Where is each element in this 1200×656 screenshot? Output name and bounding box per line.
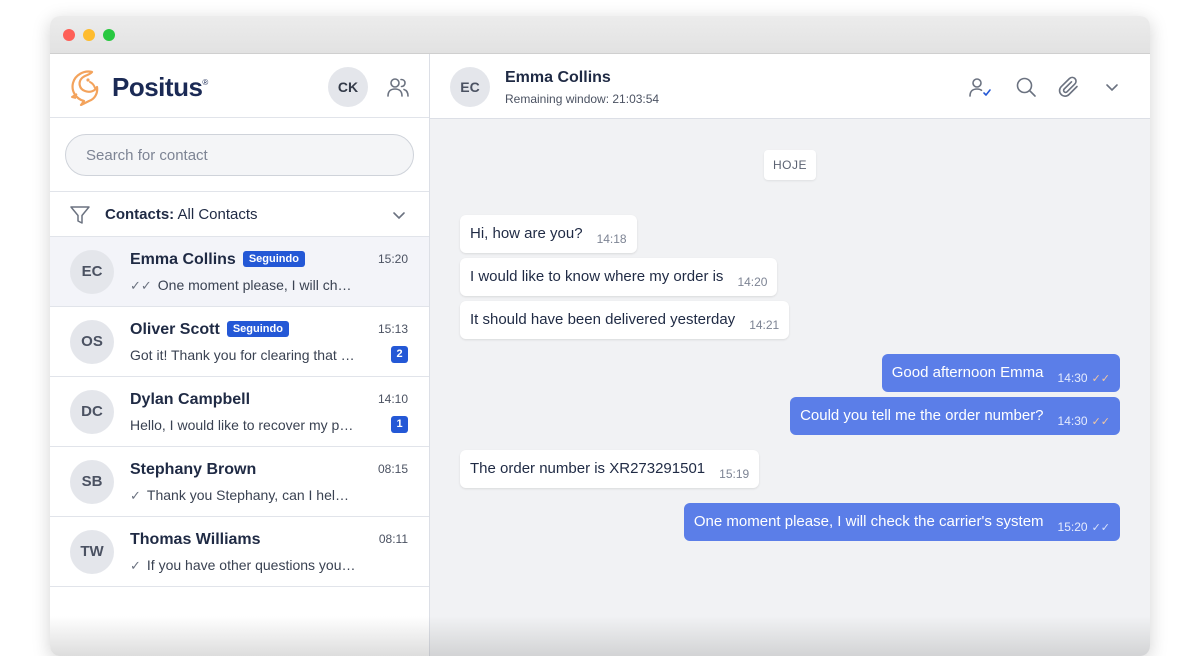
chat-contact-name: Emma Collins: [505, 69, 611, 86]
remaining-window-label: Remaining window: 21:03:54: [505, 92, 660, 106]
brand-bar: Positus® CK: [50, 54, 429, 118]
contact-time: 08:11: [378, 532, 408, 546]
team-icon[interactable]: [386, 75, 410, 99]
search-input[interactable]: [65, 134, 414, 176]
app-window: Positus® CK Contacts: All Contacts EC Em: [50, 16, 1150, 656]
contact-time: 15:20: [377, 252, 408, 266]
contact-name: Stephany Brown: [130, 461, 257, 478]
contact-avatar: TW: [70, 530, 114, 574]
contact-name: Dylan Campbell: [130, 391, 251, 408]
contact-preview: Got it! Thank you for clearing that up: [130, 347, 356, 363]
window-titlebar: [50, 16, 1150, 54]
message-outgoing: Could you tell me the order number? 14:30…: [790, 397, 1120, 435]
message-outgoing: Good afternoon Emma 14:30 ✓✓: [881, 354, 1120, 392]
double-check-icon: ✓✓: [1091, 416, 1110, 428]
message-incoming: Hi, how are you? 14:18: [460, 215, 637, 253]
contact-preview: ✓✓One moment please, I will check the ca…: [130, 277, 356, 293]
date-separator: HOJE: [764, 150, 817, 180]
contact-time: 08:15: [377, 462, 408, 476]
contact-avatar: SB: [70, 460, 114, 504]
unread-count-badge: 2: [391, 346, 408, 363]
filter-label: Contacts: All Contacts: [105, 206, 258, 223]
contact-time: 14:10: [377, 392, 408, 406]
message-incoming: I would like to know where my order is 14…: [460, 258, 778, 296]
message-incoming: It should have been delivered yesterday 1…: [460, 301, 790, 339]
message-outgoing: One moment please, I will check the carr…: [683, 503, 1120, 541]
contact-name: Thomas Williams: [130, 531, 261, 548]
contact-item-stephany-brown[interactable]: SB Stephany Brown 08:15 ✓ Thank you Steph…: [50, 447, 429, 517]
contact-time: 15:13: [377, 322, 408, 336]
contact-preview: Hello, I would like to recover my passwo…: [130, 417, 356, 433]
contact-name: Emma Collins Seguindo: [130, 251, 305, 269]
check-icon: ✓: [130, 488, 141, 503]
contact-name: Oliver Scott Seguindo: [130, 321, 289, 339]
paperclip-icon[interactable]: [1057, 75, 1081, 99]
contact-item-oliver-scott[interactable]: OS Oliver Scott Seguindo 15:13 Got it! Th…: [50, 307, 429, 377]
chevron-down-icon[interactable]: [390, 206, 408, 224]
contact-preview: ✓If you have other questions you can con…: [130, 557, 356, 573]
contacts-sidebar: Positus® CK Contacts: All Contacts EC Em: [50, 54, 430, 656]
double-check-icon: ✓✓: [1091, 522, 1110, 534]
chevron-down-icon[interactable]: [1100, 75, 1124, 99]
filter-icon: [70, 206, 90, 224]
assign-contact-icon[interactable]: [968, 75, 992, 99]
chat-panel: EC Emma Collins Remaining window: 21:03:…: [430, 54, 1150, 656]
search-icon[interactable]: [1014, 75, 1038, 99]
user-avatar[interactable]: CK: [328, 67, 368, 107]
unread-count-badge: 1: [391, 416, 408, 433]
following-badge: Seguindo: [242, 251, 305, 267]
contact-filter[interactable]: Contacts: All Contacts: [50, 192, 429, 237]
contact-avatar: OS: [70, 320, 114, 364]
close-window-button[interactable]: [63, 29, 75, 41]
minimize-window-button[interactable]: [83, 29, 95, 41]
contact-item-dylan-campbell[interactable]: DC Dylan Campbell 14:10 Hello, I would l…: [50, 377, 429, 447]
check-icon: ✓: [130, 558, 141, 573]
contact-item-emma-collins[interactable]: EC Emma Collins Seguindo 15:20 ✓✓ One mome…: [50, 237, 429, 307]
chat-contact-avatar[interactable]: EC: [450, 67, 490, 107]
contact-avatar: EC: [70, 250, 114, 294]
double-check-icon: ✓✓: [1091, 373, 1110, 385]
registered-mark-icon: ®: [202, 78, 208, 87]
double-check-icon: ✓✓: [130, 278, 152, 293]
contact-preview: ✓Thank you Stephany, can I help with any…: [130, 487, 356, 503]
search-bar: [50, 118, 429, 192]
contact-avatar: DC: [70, 390, 114, 434]
maximize-window-button[interactable]: [103, 29, 115, 41]
chat-header: EC Emma Collins Remaining window: 21:03:…: [430, 54, 1150, 119]
contact-item-thomas-williams[interactable]: TW Thomas Williams 08:11 ✓ If you have ot…: [50, 517, 429, 587]
dolphin-logo-icon: [71, 70, 99, 106]
following-badge: Seguindo: [226, 321, 289, 337]
brand-name: Positus®: [112, 72, 208, 102]
message-incoming: The order number is XR273291501 15:19: [460, 450, 760, 488]
